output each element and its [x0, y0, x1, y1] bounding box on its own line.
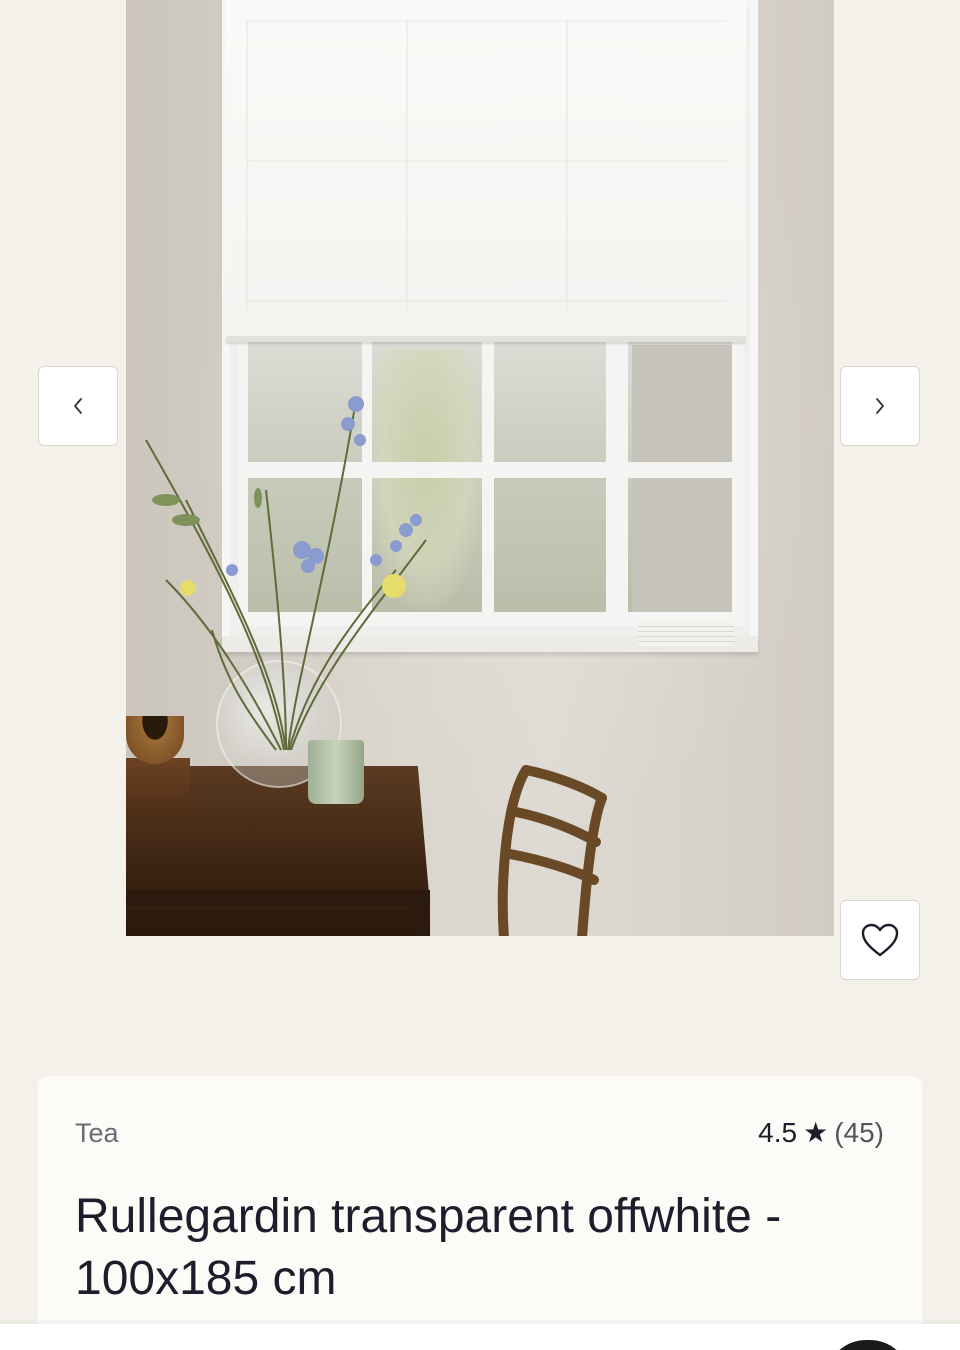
table-edge	[126, 890, 430, 906]
books	[638, 622, 734, 646]
product-title: Rullegardin transparent offwhite - 100x1…	[75, 1190, 782, 1305]
floating-action-button[interactable]	[826, 1340, 910, 1350]
bottom-sheet	[0, 1324, 960, 1350]
product-image[interactable]	[126, 0, 834, 936]
window-mullion	[606, 340, 628, 624]
favorite-button[interactable]	[840, 900, 920, 980]
window-mullion	[482, 340, 494, 624]
window-mullion	[732, 340, 744, 624]
chair	[497, 765, 607, 936]
window-building	[632, 345, 732, 615]
chevron-right-icon	[876, 398, 884, 414]
product-page: Tea 4.5 ★ (45) Rullegardin transparent o…	[0, 0, 960, 1350]
next-image-button[interactable]	[840, 366, 920, 446]
flower-bouquet	[145, 396, 427, 751]
heart-outline-icon	[861, 923, 899, 957]
review-count: (45)	[834, 1116, 884, 1148]
rating[interactable]: 4.5 ★ (45)	[758, 1116, 884, 1149]
brand-link[interactable]: Tea	[75, 1118, 119, 1149]
chevron-left-icon	[74, 398, 82, 414]
blind-texture	[246, 20, 726, 310]
rating-value: 4.5	[758, 1116, 798, 1148]
wooden-box	[126, 758, 190, 820]
previous-image-button[interactable]	[38, 366, 118, 446]
product-info-card: Tea 4.5 ★ (45) Rullegardin transparent o…	[38, 1076, 922, 1350]
star-icon: ★	[803, 1117, 829, 1148]
table-leg	[410, 900, 428, 936]
blind-bottom-bar	[226, 336, 746, 342]
